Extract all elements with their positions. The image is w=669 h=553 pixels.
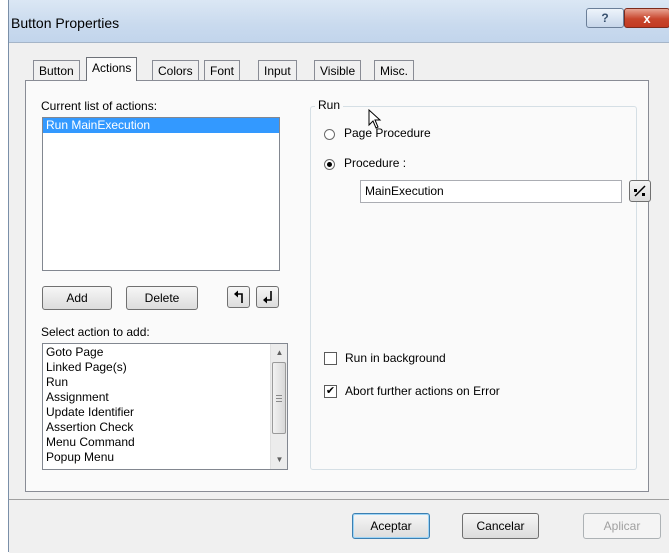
tab-label: Input [264,64,291,78]
procedure-name-field[interactable]: MainExecution [360,180,622,203]
page-procedure-radio[interactable] [324,129,335,140]
tab-label: Button [39,64,74,78]
tab-visible[interactable]: Visible [314,60,362,80]
scroll-thumb[interactable] [272,362,286,434]
cancel-button[interactable]: Cancelar [462,513,539,539]
footer-separator [9,499,669,500]
abort-on-error-checkbox[interactable]: ✔ [324,385,337,398]
select-action-label: Select action to add: [41,325,150,339]
abort-on-error-label[interactable]: Abort further actions on Error [345,384,500,398]
close-button[interactable]: x [624,8,669,28]
move-up-button[interactable] [227,286,250,308]
move-down-button[interactable] [256,286,279,308]
run-in-background-label[interactable]: Run in background [345,351,446,365]
tab-colors[interactable]: Colors [152,60,199,80]
procedure-name-value: MainExecution [365,184,444,198]
current-list-label: Current list of actions: [41,99,157,113]
run-group-title: Run [315,98,344,112]
wand-icon [634,185,646,197]
actions-tab-panel: Current list of actions: Run MainExecuti… [25,80,651,492]
list-item[interactable]: Popup Menu [43,450,269,465]
move-up-icon [233,290,243,303]
current-actions-list[interactable]: Run MainExecution [42,117,280,271]
current-list-label-text: Current list of actions: [41,99,158,113]
window-title: Button Properties [11,15,120,31]
actions-list-scrollbar[interactable]: ▲ ▼ [270,344,287,469]
tab-input[interactable]: Input [258,60,297,80]
scroll-up-icon[interactable]: ▲ [271,344,287,361]
tab-misc[interactable]: Misc. [374,60,414,80]
run-in-background-checkbox[interactable] [324,352,337,365]
apply-button-label: Aplicar [603,519,641,533]
select-action-label-text: Select action to add: [41,325,150,339]
delete-button-label: Delete [144,291,180,305]
button-properties-dialog: Button Properties ? x Button Actions Col… [8,0,669,553]
tab-actions[interactable]: Actions [86,57,138,81]
ok-button-label: Aceptar [370,519,412,533]
tab-label: Actions [92,61,132,75]
procedure-label[interactable]: Procedure : [344,156,406,170]
cancel-button-label: Cancelar [476,519,525,533]
list-item[interactable]: Assertion Check [43,420,269,435]
help-button[interactable]: ? [586,8,624,28]
dialog-client-area: Button Actions Colors Font Input Visible… [9,42,669,553]
delete-button[interactable]: Delete [126,286,198,310]
list-item[interactable]: Run MainExecution [43,118,279,133]
tab-button[interactable]: Button [33,60,80,80]
tab-label: Visible [320,64,356,78]
page-procedure-label[interactable]: Page Procedure [344,126,431,140]
move-down-icon [262,291,272,304]
list-item[interactable]: Run [43,375,269,390]
available-actions-list[interactable]: Goto Page Linked Page(s) Run Assignment … [42,343,288,470]
tab-label: Misc. [380,64,408,78]
procedure-radio[interactable] [324,159,335,170]
list-item[interactable]: Goto Page [43,345,269,360]
tab-label: Colors [158,64,193,78]
list-item[interactable]: Update Identifier [43,405,269,420]
apply-button[interactable]: Aplicar [583,513,661,539]
tab-label: Font [210,64,235,78]
scroll-down-icon[interactable]: ▼ [271,451,287,468]
browse-procedure-button[interactable] [629,180,651,202]
help-icon: ? [601,11,609,25]
list-item[interactable]: Linked Page(s) [43,360,269,375]
list-item[interactable]: Assignment [43,390,269,405]
close-icon: x [643,10,651,26]
title-bar: Button Properties ? x [9,0,669,42]
ok-button[interactable]: Aceptar [352,513,430,539]
tab-font[interactable]: Font [204,60,241,80]
list-item[interactable]: Menu Command [43,435,269,450]
add-button-label: Add [66,291,88,305]
mouse-cursor-icon [368,109,382,129]
add-button[interactable]: Add [42,286,112,310]
